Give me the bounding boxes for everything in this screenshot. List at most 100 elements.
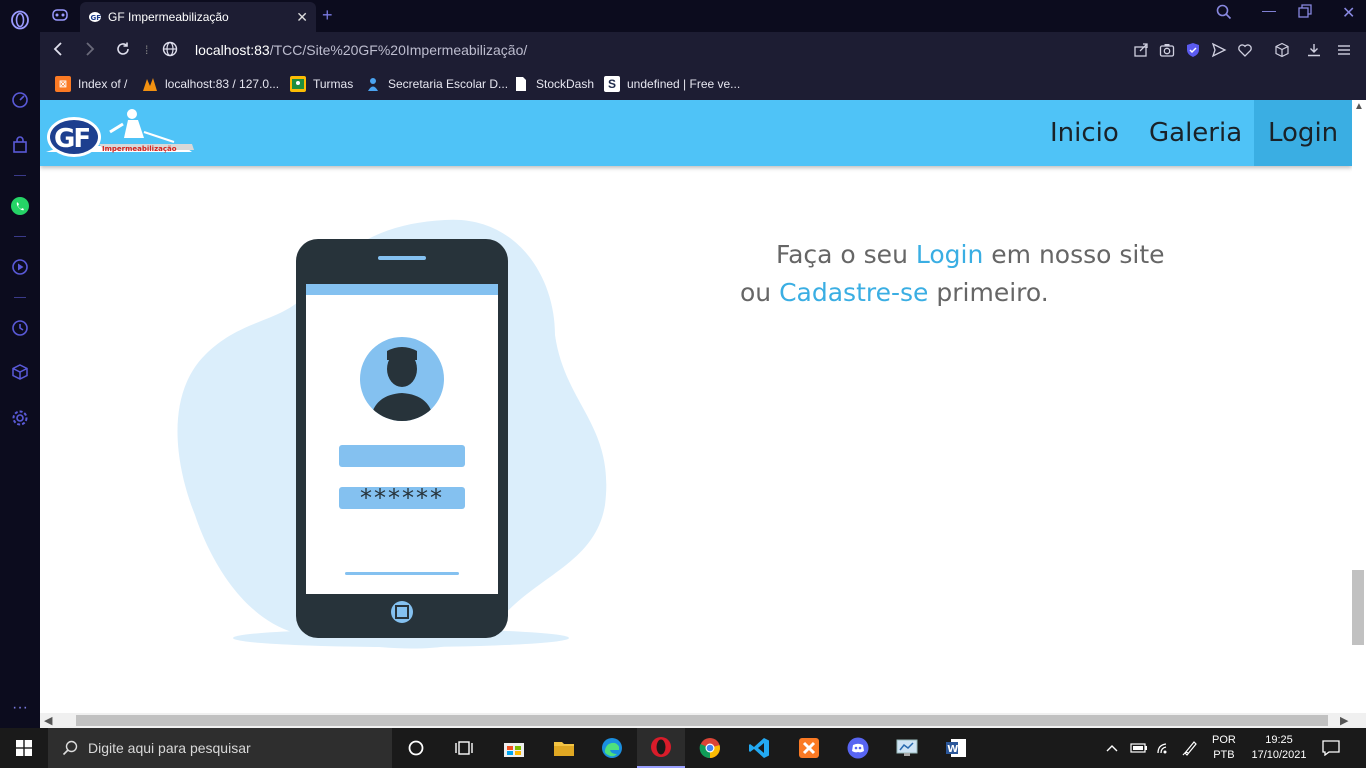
more-options-icon[interactable]: ··· <box>10 698 30 718</box>
login-link[interactable]: Login <box>916 240 983 269</box>
document-icon <box>513 76 529 92</box>
easy-setup-menu-icon[interactable] <box>1336 42 1352 58</box>
share-icon[interactable] <box>1133 42 1149 58</box>
battery-icon[interactable] <box>1130 728 1148 768</box>
clock[interactable]: 19:25 17/10/2021 <box>1248 728 1310 768</box>
shopping-bag-icon[interactable] <box>10 135 30 155</box>
keyboard-layout: PTB <box>1213 749 1235 761</box>
scroll-right-arrow-icon[interactable]: ▶ <box>1340 714 1348 727</box>
signup-link[interactable]: Cadastre-se <box>779 278 928 307</box>
download-icon[interactable] <box>1306 42 1322 58</box>
minimize-icon[interactable]: — <box>1262 2 1276 18</box>
phone-login-illustration: ****** <box>177 219 607 649</box>
bookmark-label: Turmas <box>313 77 354 91</box>
svg-text:GF: GF <box>54 124 89 154</box>
extensions-cube-icon[interactable] <box>1274 42 1290 58</box>
sidebar-divider <box>14 236 26 237</box>
player-icon[interactable] <box>10 257 30 277</box>
scroll-left-arrow-icon[interactable]: ◀ <box>44 714 52 727</box>
monitor-app-icon[interactable] <box>883 728 931 768</box>
bookmark-label: StockDash <box>536 77 595 91</box>
restore-icon[interactable] <box>1298 4 1312 21</box>
taskbar-search-box[interactable]: Digite aqui para pesquisar <box>48 728 392 768</box>
extensions-cube-icon[interactable] <box>10 362 30 382</box>
bookmark-index-of[interactable]: ⊠ Index of / <box>55 76 127 92</box>
notifications-icon[interactable] <box>1322 728 1340 768</box>
tab-bar: GF GF Impermeabilização ✕ + — ✕ <box>40 0 1366 32</box>
search-tabs-icon[interactable] <box>1216 4 1232 23</box>
windows-start-icon[interactable] <box>0 728 48 768</box>
forward-icon[interactable] <box>84 41 96 62</box>
browser-sidebar: ··· <box>0 0 40 728</box>
bookmark-turmas[interactable]: Turmas <box>290 76 353 92</box>
bookmark-heart-icon[interactable] <box>1237 42 1253 58</box>
whatsapp-icon[interactable] <box>10 196 30 216</box>
search-placeholder: Digite aqui para pesquisar <box>88 740 251 756</box>
show-hidden-icons-chevron-icon[interactable] <box>1106 728 1118 768</box>
close-window-icon[interactable]: ✕ <box>1342 3 1355 23</box>
wifi-icon[interactable] <box>1156 728 1172 768</box>
horizontal-scroll-thumb[interactable] <box>76 715 1328 726</box>
bookmark-label: Secretaria Escolar D... <box>388 77 509 91</box>
headline-text: ou <box>740 278 780 307</box>
xampp-icon: ⊠ <box>55 76 71 92</box>
tab-gf-impermeabilizacao[interactable]: GF GF Impermeabilização ✕ <box>80 2 316 32</box>
pen-ink-icon[interactable] <box>1182 728 1198 768</box>
classroom-icon <box>290 76 306 92</box>
svg-text:W: W <box>947 744 958 755</box>
file-explorer-icon[interactable] <box>540 728 588 768</box>
task-view-icon[interactable] <box>440 728 488 768</box>
site-info-globe-icon[interactable] <box>162 41 178 62</box>
edge-icon[interactable] <box>588 728 636 768</box>
secretaria-icon <box>365 76 381 92</box>
xampp-taskbar-icon[interactable] <box>785 728 833 768</box>
headline-text: em nosso site <box>983 240 1165 269</box>
nav-inicio[interactable]: Inicio <box>1050 118 1119 148</box>
vpn-shield-icon[interactable] <box>1185 42 1201 58</box>
bookmark-stockdash[interactable]: StockDash <box>513 76 594 92</box>
tab-close-icon[interactable]: ✕ <box>296 9 308 26</box>
bookmark-label: undefined | Free ve... <box>627 77 741 91</box>
back-icon[interactable] <box>52 41 64 62</box>
headline-text: Faça o seu <box>776 240 916 269</box>
login-headline: Faça o seu Login em nosso site ou Cadast… <box>740 236 1220 312</box>
scroll-up-arrow-icon[interactable]: ▲ <box>1354 101 1364 112</box>
logo-subtitle: Impermeabilização <box>102 145 177 153</box>
site-favicon-icon: GF <box>88 10 102 24</box>
microsoft-store-icon[interactable] <box>490 728 538 768</box>
opera-taskbar-icon[interactable] <box>637 728 685 768</box>
clock-date: 17/10/2021 <box>1251 749 1307 761</box>
history-icon[interactable] <box>10 318 30 338</box>
site-logo[interactable]: GF Impermeabilização <box>44 102 194 160</box>
web-page: GF Impermeabilização Inicio Galeria Logi… <box>40 100 1352 713</box>
windows-taskbar: Digite aqui para pesquisar W POR PTB 19:… <box>0 728 1366 768</box>
speed-dial-icon[interactable] <box>10 90 30 110</box>
site-navbar: GF Impermeabilização Inicio Galeria Logi… <box>40 100 1352 166</box>
bookmark-phpmyadmin[interactable]: localhost:83 / 127.0... <box>142 76 279 92</box>
sidebar-divider <box>14 297 26 298</box>
chrome-icon[interactable] <box>686 728 734 768</box>
svg-text:GF: GF <box>91 14 102 22</box>
opera-menu-icon[interactable] <box>10 10 30 30</box>
url-field[interactable]: localhost:83/TCC/Site%20GF%20Impermeabil… <box>195 42 527 58</box>
input-language[interactable]: POR PTB <box>1212 728 1236 768</box>
settings-gear-icon[interactable] <box>10 408 30 428</box>
reload-icon[interactable] <box>115 41 131 62</box>
vscode-icon[interactable] <box>735 728 783 768</box>
snapshot-camera-icon[interactable] <box>1159 42 1175 58</box>
nav-login[interactable]: Login <box>1268 118 1338 148</box>
word-icon[interactable]: W <box>932 728 980 768</box>
bookmark-undefined[interactable]: S undefined | Free ve... <box>604 76 740 92</box>
phpmyadmin-icon <box>142 76 158 92</box>
password-mask: ****** <box>360 484 444 512</box>
tab-island-icon[interactable] <box>52 8 68 27</box>
nav-galeria[interactable]: Galeria <box>1149 118 1242 148</box>
vertical-scroll-thumb[interactable] <box>1352 570 1364 645</box>
cortana-icon[interactable] <box>392 728 440 768</box>
clock-time: 19:25 <box>1265 734 1293 746</box>
send-icon[interactable] <box>1211 42 1227 58</box>
new-tab-plus-icon[interactable]: + <box>322 5 333 26</box>
bookmark-secretaria-escolar[interactable]: Secretaria Escolar D... <box>365 76 508 92</box>
discord-icon[interactable] <box>834 728 882 768</box>
drag-handle-icon: ⁞ <box>145 43 149 57</box>
